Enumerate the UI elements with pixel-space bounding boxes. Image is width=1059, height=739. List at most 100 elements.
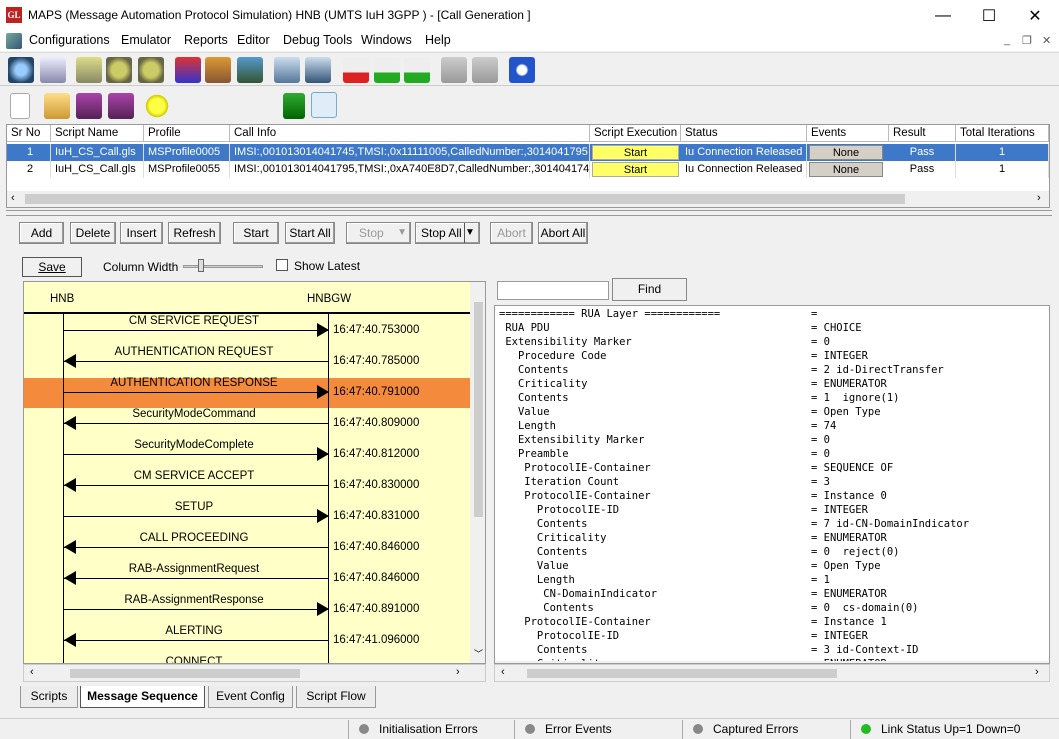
close-button[interactable]: ✕ xyxy=(1012,0,1058,31)
notes-icon[interactable] xyxy=(40,57,66,83)
tab-event-config[interactable]: Event Config xyxy=(208,686,293,708)
minimize-button[interactable]: — xyxy=(920,0,966,31)
new-file-icon[interactable] xyxy=(10,93,30,119)
doc-d-icon[interactable] xyxy=(343,57,369,83)
row-start-button[interactable]: Start xyxy=(592,145,679,160)
col-status[interactable]: Status xyxy=(681,125,807,142)
scroll-left-icon[interactable]: ‹ xyxy=(501,666,505,678)
scrollbar-thumb[interactable] xyxy=(474,302,483,517)
mdi-minimize-button[interactable]: _ xyxy=(1004,34,1010,46)
insert-button[interactable]: Insert xyxy=(120,222,163,244)
decode-line[interactable]: Procedure Code = INTEGER xyxy=(499,350,868,364)
add-button[interactable]: Add xyxy=(19,222,64,244)
decode-line[interactable]: Value = Open Type xyxy=(499,406,881,420)
decode-line[interactable]: ProtocolIE-Container = SEQUENCE OF xyxy=(499,462,893,476)
menu-debug-tools[interactable]: Debug Tools xyxy=(283,33,352,47)
refresh-button[interactable]: Refresh xyxy=(168,222,221,244)
decode-line[interactable]: Contents = 2 id-DirectTransfer xyxy=(499,364,944,378)
connect-icon[interactable] xyxy=(441,57,467,83)
menu-reports[interactable]: Reports xyxy=(184,33,228,47)
decode-line[interactable]: ProtocolIE-Container = Instance 1 xyxy=(499,616,887,630)
sequence-message-label[interactable]: SecurityModeComplete xyxy=(64,439,324,451)
decode-line[interactable]: ProtocolIE-ID = INTEGER xyxy=(499,630,868,644)
sequence-message-label[interactable]: CM SERVICE ACCEPT xyxy=(64,470,324,482)
slider-thumb[interactable] xyxy=(198,259,204,272)
stop-all-button[interactable]: Stop All ▼ xyxy=(415,222,480,244)
find-button[interactable]: Find xyxy=(612,278,687,301)
delete-button[interactable]: Delete xyxy=(70,222,116,244)
status-initialisation-errors[interactable]: Initialisation Errors xyxy=(348,720,514,739)
decode-line[interactable]: ============ RUA Layer ============ = xyxy=(499,308,817,322)
user-config-icon[interactable] xyxy=(237,57,263,83)
scroll-left-icon[interactable]: ‹ xyxy=(30,666,34,678)
menu-editor[interactable]: Editor xyxy=(237,33,270,47)
maximize-button[interactable]: ☐ xyxy=(966,0,1012,31)
mdi-restore-button[interactable]: ❐ xyxy=(1022,34,1032,47)
find-input[interactable] xyxy=(497,281,609,300)
status-link[interactable]: Link Status Up=1 Down=0 xyxy=(850,720,1059,739)
decode-line[interactable]: CN-DomainIndicator = ENUMERATOR xyxy=(499,588,887,602)
sequence-message-label[interactable]: CALL PROCEEDING xyxy=(64,532,324,544)
decode-line[interactable]: Contents = 3 id-Context-ID xyxy=(499,644,919,658)
decode-line[interactable]: RUA PDU = CHOICE xyxy=(499,322,861,336)
decode-line[interactable]: Length = 1 xyxy=(499,574,830,588)
multi-gear-icon[interactable] xyxy=(138,57,164,83)
sequence-message-arrow[interactable] xyxy=(64,392,328,393)
sequence-message-arrow[interactable] xyxy=(64,330,328,331)
decode-line[interactable]: Iteration Count = 3 xyxy=(499,476,830,490)
briefcase-icon[interactable] xyxy=(205,57,231,83)
col-script-name[interactable]: Script Name xyxy=(51,125,144,142)
abort-all-button[interactable]: Abort All xyxy=(538,222,588,244)
start-all-button[interactable]: Start All xyxy=(285,222,335,244)
sequence-message-label[interactable]: AUTHENTICATION RESPONSE xyxy=(64,377,324,389)
vertical-layout-icon[interactable] xyxy=(283,93,305,119)
sequence-message-arrow[interactable] xyxy=(64,516,328,517)
sequence-message-arrow[interactable] xyxy=(64,485,328,486)
col-result[interactable]: Result xyxy=(889,125,956,142)
sequence-message-label[interactable]: RAB-AssignmentResponse xyxy=(64,594,324,606)
status-captured-errors[interactable]: Captured Errors xyxy=(682,720,850,739)
lightbulb-icon[interactable] xyxy=(144,93,170,119)
panel-splitter[interactable] xyxy=(6,210,1052,216)
decode-line[interactable]: Contents = 0 reject(0) xyxy=(499,546,900,560)
sequence-message-arrow[interactable] xyxy=(64,578,328,579)
sequence-message-arrow[interactable] xyxy=(64,454,328,455)
sequence-message-arrow[interactable] xyxy=(64,423,328,424)
menu-help[interactable]: Help xyxy=(425,33,451,47)
mdi-close-button[interactable]: ✕ xyxy=(1042,34,1051,47)
table-row[interactable]: 1 IuH_CS_Call.gls MSProfile0005 IMSI:,00… xyxy=(7,144,1049,161)
books-icon[interactable] xyxy=(175,57,201,83)
decode-line[interactable]: Contents = 7 id-CN-DomainIndicator xyxy=(499,518,969,532)
col-total-iterations[interactable]: Total Iterations xyxy=(956,125,1049,142)
col-script-execution[interactable]: Script Execution xyxy=(590,125,681,142)
help-icon[interactable] xyxy=(509,57,535,83)
stop-button[interactable]: Stop ▼ xyxy=(346,222,411,244)
tab-message-sequence[interactable]: Message Sequence xyxy=(80,686,205,708)
abort-button[interactable]: Abort xyxy=(490,222,533,244)
decode-line[interactable]: Value = Open Type xyxy=(499,560,881,574)
scroll-right-icon[interactable]: › xyxy=(1037,192,1041,204)
sequence-message-label[interactable]: RAB-AssignmentRequest xyxy=(64,563,324,575)
scrollbar-thumb[interactable] xyxy=(70,669,300,678)
tab-scripts[interactable]: Scripts xyxy=(20,686,78,708)
decode-line[interactable]: Extensibility Marker = 0 xyxy=(499,336,830,350)
decode-line[interactable]: ProtocolIE-ID = INTEGER xyxy=(499,504,868,518)
col-profile[interactable]: Profile xyxy=(144,125,230,142)
row-events-button[interactable]: None xyxy=(809,162,883,177)
decode-line[interactable]: Criticality = ENUMERATOR xyxy=(499,532,887,546)
settings-gear-icon[interactable] xyxy=(106,57,132,83)
status-error-events[interactable]: Error Events xyxy=(514,720,682,739)
sequence-message-arrow[interactable] xyxy=(64,609,328,610)
start-button[interactable]: Start xyxy=(233,222,279,244)
gear-icon[interactable] xyxy=(8,57,34,83)
scroll-right-icon[interactable]: › xyxy=(456,666,460,678)
menu-windows[interactable]: Windows xyxy=(361,33,412,47)
scrollbar-thumb[interactable] xyxy=(527,669,837,678)
doc-c-icon[interactable] xyxy=(374,57,400,83)
sequence-message-label[interactable]: ALERTING xyxy=(64,625,324,637)
scroll-left-icon[interactable]: ‹ xyxy=(11,192,15,204)
scrollbar-thumb[interactable] xyxy=(25,194,905,204)
table-row[interactable]: 2 IuH_CS_Call.gls MSProfile0055 IMSI:,00… xyxy=(7,161,1049,178)
decode-line[interactable]: Preamble = 0 xyxy=(499,448,830,462)
decode-line[interactable]: Contents = 0 cs-domain(0) xyxy=(499,602,918,616)
